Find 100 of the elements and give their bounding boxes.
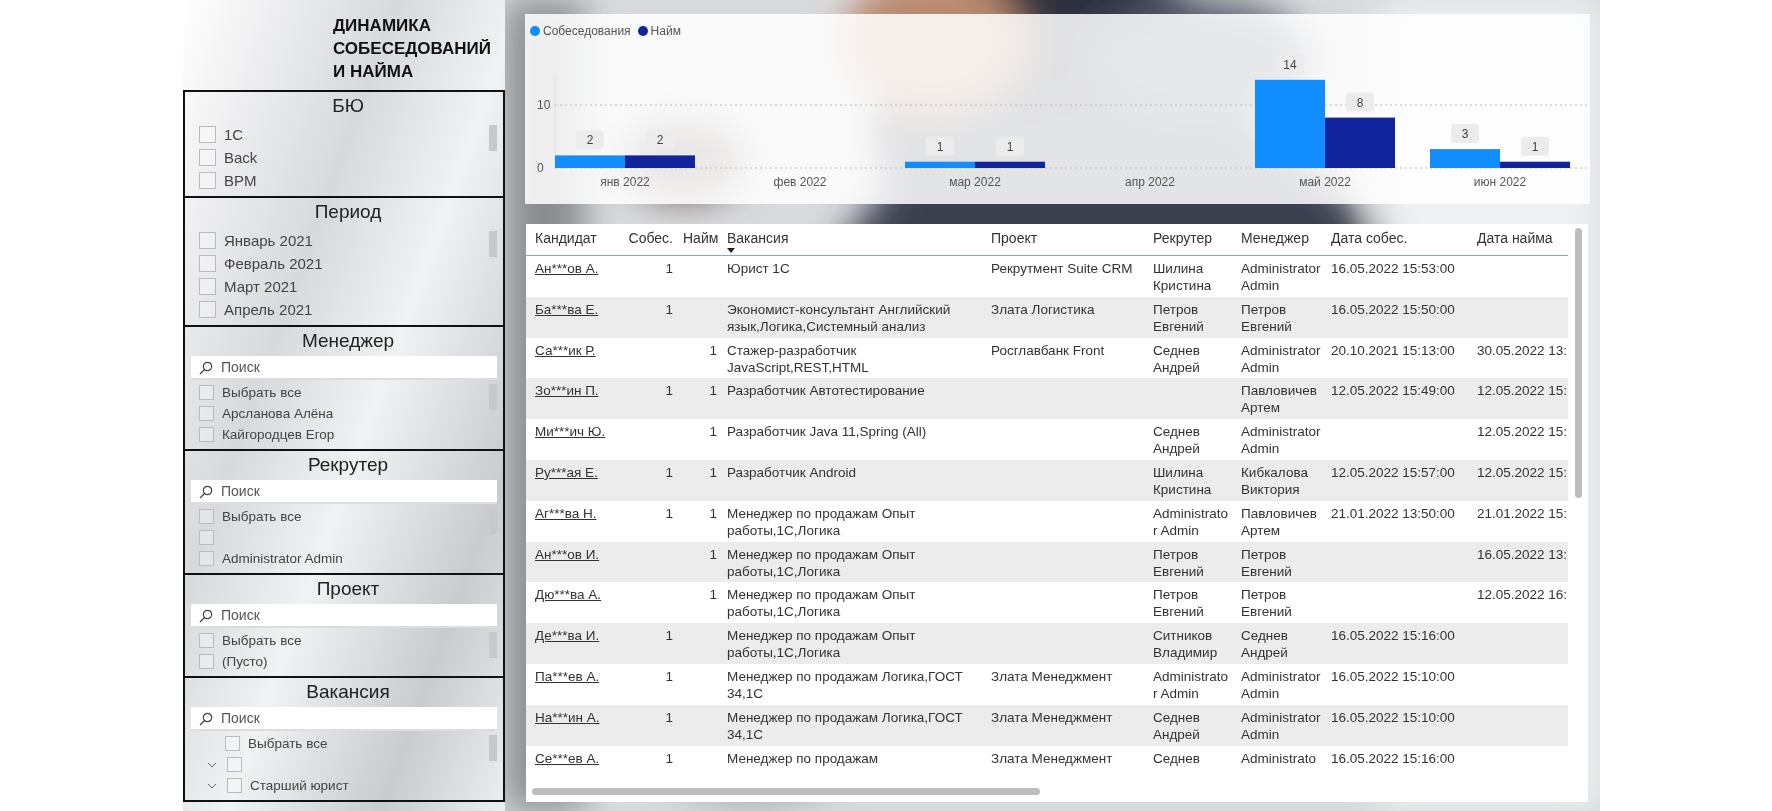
table-cell: Седнев Андрей <box>1241 628 1288 661</box>
table-cell: 12.05.2022 15: <box>1477 424 1568 440</box>
search-field[interactable]: Поиск <box>191 604 497 628</box>
data-label: 1 <box>1006 139 1014 154</box>
candidate-link[interactable]: Аг***ва Н. <box>535 505 597 521</box>
scrollbar-thumb[interactable] <box>1575 228 1582 498</box>
table-cell: 1 <box>709 546 717 562</box>
column-header[interactable]: Менеджер <box>1236 224 1326 255</box>
option-label[interactable]: Январь 2021 <box>224 232 313 249</box>
slicer-title: Менеджер <box>300 329 396 353</box>
candidate-link[interactable]: Де***ва И. <box>535 628 600 644</box>
option-label[interactable]: Выбрать все <box>222 633 302 648</box>
checkbox[interactable] <box>199 385 214 400</box>
scrollbar-thumb[interactable] <box>532 788 1040 795</box>
option-label[interactable]: Administrator Admin <box>222 551 343 566</box>
option-label[interactable]: Апрель 2021 <box>224 301 313 318</box>
option-label[interactable]: Кайгородцев Егор <box>222 427 335 442</box>
slicer-title: Проект <box>315 577 381 601</box>
table-cell: 20.10.2021 15:13:00 <box>1331 342 1455 358</box>
bar[interactable] <box>1500 161 1570 168</box>
checkbox[interactable] <box>227 757 242 772</box>
checkbox[interactable] <box>199 530 214 545</box>
data-label: 8 <box>1356 95 1364 110</box>
checkbox[interactable] <box>199 654 214 669</box>
option-label[interactable]: Старший юрист <box>250 778 349 793</box>
scrollbar-thumb[interactable] <box>489 125 497 151</box>
candidate-link[interactable]: Дю***ва А. <box>535 587 602 603</box>
scrollbar-thumb[interactable] <box>489 231 497 257</box>
table-cell: Юрист 1С <box>727 261 790 276</box>
option-label[interactable]: Февраль 2021 <box>224 255 323 272</box>
checkbox[interactable] <box>199 255 216 272</box>
column-header[interactable]: Рекрутер <box>1148 224 1236 255</box>
search-field[interactable]: Поиск <box>191 356 497 380</box>
search-icon <box>199 485 213 499</box>
table-cell: Росглавбанк Front <box>991 342 1105 358</box>
scrollbar-thumb[interactable] <box>489 735 497 761</box>
table-cell: 16.05.2022 13: <box>1477 546 1568 562</box>
bar[interactable] <box>625 155 695 168</box>
table-cell: Шилина Кристина <box>1153 465 1212 497</box>
option-label[interactable]: Март 2021 <box>224 278 298 295</box>
candidate-link[interactable]: Ми***ич Ю. <box>535 424 606 440</box>
checkbox[interactable] <box>227 778 242 793</box>
option-label[interactable]: (Пусто) <box>222 654 268 669</box>
candidate-link[interactable]: На***ин А. <box>535 709 600 725</box>
table-cell: Кибкалова Виктория <box>1241 465 1308 497</box>
option-label[interactable]: Back <box>224 149 258 166</box>
checkbox[interactable] <box>199 406 214 421</box>
search-field[interactable]: Поиск <box>191 480 497 504</box>
table-cell: Менеджер по продажам Опыт работы,1С,Логика <box>727 628 916 661</box>
option-label[interactable]: BPM <box>224 172 257 189</box>
option-label[interactable]: Выбрать все <box>222 509 302 524</box>
table-cell: Злата Менеджмент <box>991 750 1113 766</box>
checkbox[interactable] <box>199 427 214 442</box>
column-header[interactable]: Вакансия <box>722 224 986 255</box>
option-label[interactable]: 1С <box>224 126 244 143</box>
checkbox[interactable] <box>199 301 216 318</box>
column-header[interactable]: Собес. <box>622 224 678 255</box>
checkbox[interactable] <box>199 509 214 524</box>
table-cell: 16.05.2022 15:50:00 <box>1331 301 1455 317</box>
table-cell: Administrator Admin <box>1153 505 1229 538</box>
table-cell: 12.05.2022 15:57:00 <box>1331 465 1455 480</box>
column-header[interactable]: Дата найма <box>1472 224 1570 255</box>
candidate-link[interactable]: Ан***ов А. <box>535 261 599 276</box>
column-header[interactable]: Найм <box>678 224 722 255</box>
table-cell: 12.05.2022 16: <box>1477 587 1568 603</box>
candidate-link[interactable]: Па***ев А. <box>535 668 600 684</box>
chevron-icon[interactable] <box>207 782 217 789</box>
checkbox[interactable] <box>199 633 214 648</box>
option-label[interactable]: Арсланова Алёна <box>222 406 334 421</box>
legend-label[interactable]: Собеседования <box>543 24 631 38</box>
table-cell: Разработчик Автотестирование <box>727 383 925 399</box>
table-cell: 1 <box>709 505 717 521</box>
checkbox[interactable] <box>199 149 216 166</box>
checkbox[interactable] <box>199 278 216 295</box>
checkbox[interactable] <box>199 232 216 249</box>
candidate-link[interactable]: Ру***ая Е. <box>535 465 598 480</box>
table-cell: 1 <box>665 628 673 644</box>
checkbox[interactable] <box>225 736 240 751</box>
candidate-link[interactable]: Ба***ва Е. <box>535 301 599 317</box>
search-icon <box>199 609 213 623</box>
checkbox[interactable] <box>199 551 214 566</box>
legend-label[interactable]: Найм <box>650 24 681 38</box>
checkbox[interactable] <box>199 172 216 189</box>
column-header[interactable]: Проект <box>986 224 1148 255</box>
column-header[interactable]: Кандидат <box>530 224 622 255</box>
bar[interactable] <box>975 161 1045 168</box>
candidate-link[interactable]: Ан***ов И. <box>535 546 600 562</box>
candidate-link[interactable]: Се***ев А. <box>535 750 600 766</box>
candidate-link[interactable]: Зо***ин П. <box>535 383 599 399</box>
table-cell: Петров Евгений <box>1153 546 1204 579</box>
option-label[interactable]: Выбрать все <box>222 385 302 400</box>
scrollbar-thumb[interactable] <box>489 632 497 658</box>
column-header[interactable]: Дата собес. <box>1326 224 1472 255</box>
search-field[interactable]: Поиск <box>191 707 497 731</box>
checkbox[interactable] <box>199 126 216 143</box>
candidate-link[interactable]: Са***ик Р. <box>535 342 596 358</box>
table-cell: Менеджер по продажам Опыт работы,1С,Логика <box>727 587 916 620</box>
chevron-icon[interactable] <box>207 761 217 768</box>
option-label[interactable]: Выбрать все <box>248 736 328 751</box>
table-cell: 12.05.2022 15:49:00 <box>1331 383 1455 399</box>
